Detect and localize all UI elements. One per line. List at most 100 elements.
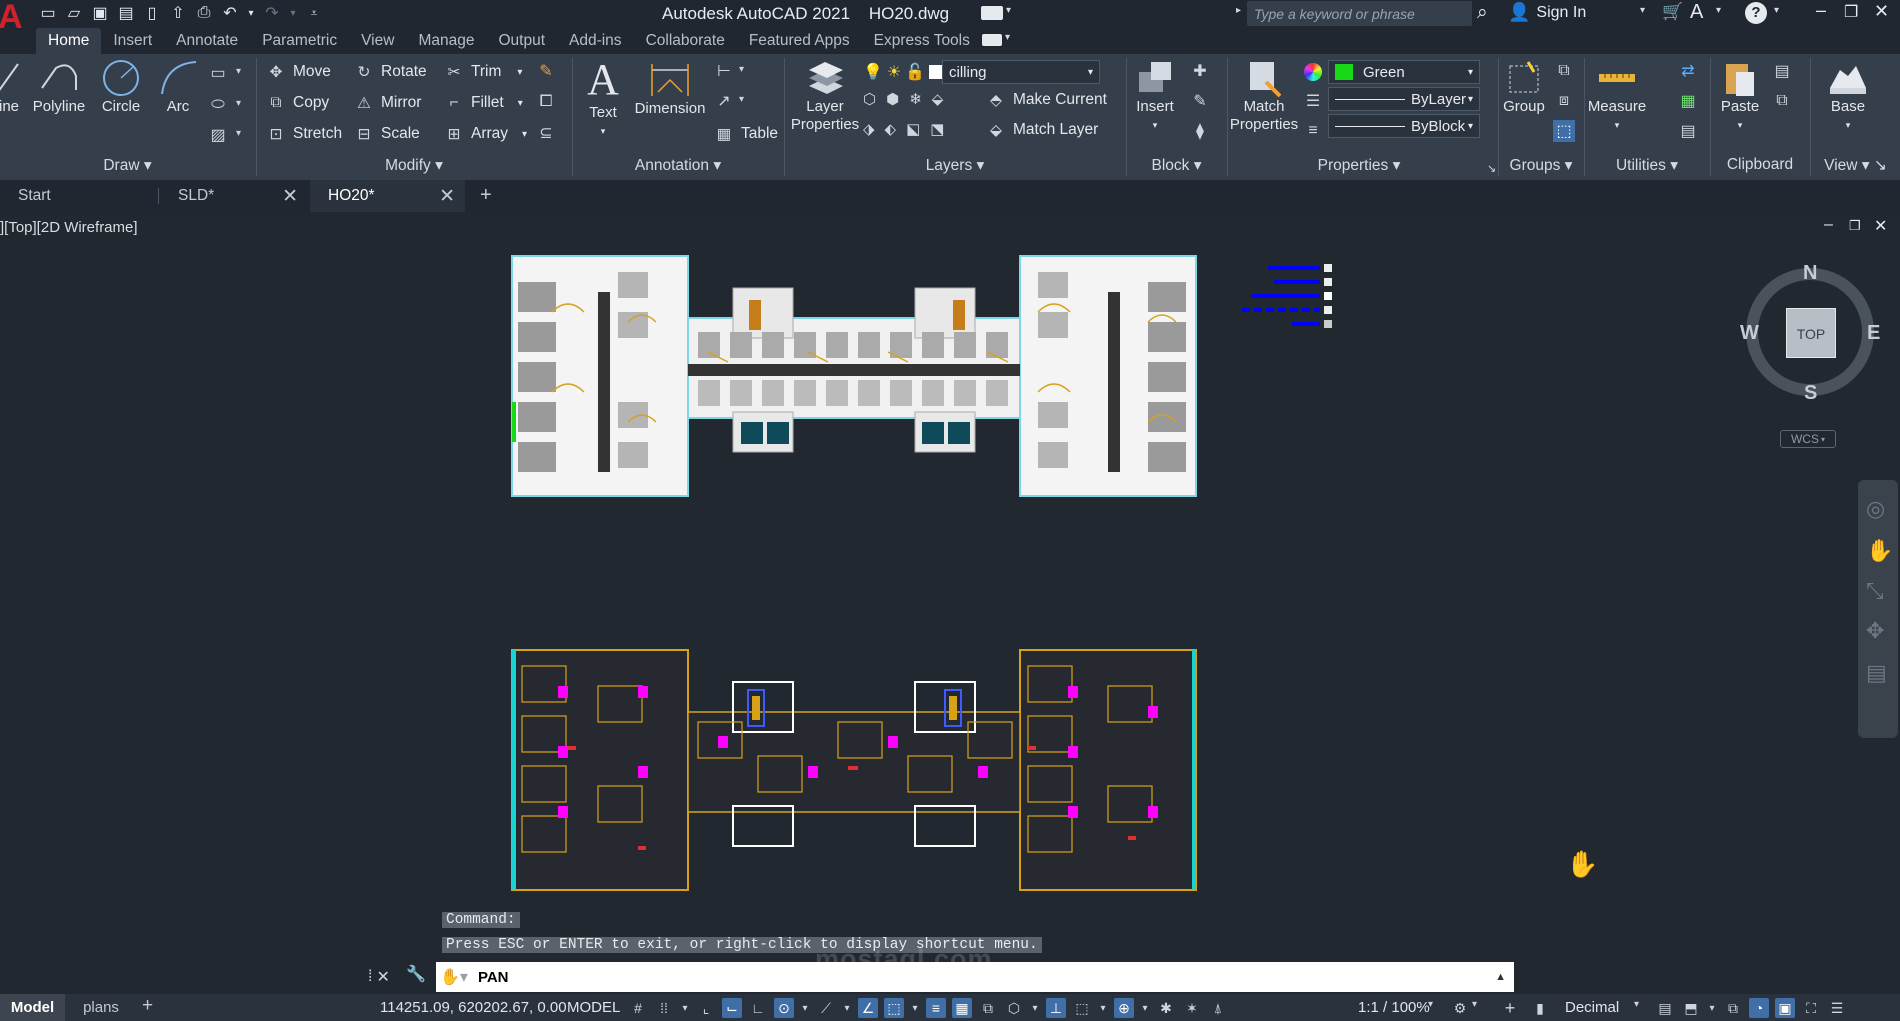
linetype-icon[interactable]: ☰ bbox=[1302, 90, 1324, 112]
ortho-icon[interactable]: ∟ bbox=[748, 998, 768, 1018]
view-panel-title[interactable]: View ▾ ↘ bbox=[1811, 156, 1900, 175]
ribbon-minimize-icon[interactable] bbox=[982, 34, 1002, 46]
clipboard-panel-title[interactable]: Clipboard bbox=[1711, 156, 1809, 174]
close-window-icon[interactable]: ✕ bbox=[1874, 1, 1889, 22]
auto-scale-icon[interactable]: ✶ bbox=[1182, 998, 1202, 1018]
redo-icon[interactable]: ↷ bbox=[262, 4, 282, 22]
viewport-minimize-icon[interactable]: – bbox=[1824, 216, 1833, 234]
snap-dropdown-icon[interactable]: ▾ bbox=[680, 998, 690, 1018]
cut-icon[interactable]: ▤ bbox=[1771, 60, 1793, 82]
layer-unlock-icon[interactable]: 🔓 bbox=[905, 62, 925, 82]
annotation-scale[interactable]: 1:1 / 100% bbox=[1358, 999, 1430, 1016]
array-dropdown-icon[interactable]: ▾ bbox=[522, 129, 527, 140]
modify-panel-title[interactable]: Modify ▾ bbox=[257, 156, 571, 175]
save-icon[interactable]: ▣ bbox=[90, 4, 110, 22]
workspace-dropdown-icon[interactable]: ▾ bbox=[1472, 999, 1477, 1010]
3d-osnap-dropdown-icon[interactable]: ▾ bbox=[1030, 998, 1040, 1018]
object-snap-dropdown-icon[interactable]: ▾ bbox=[910, 998, 920, 1018]
properties-panel-title[interactable]: Properties ▾ bbox=[1228, 156, 1490, 175]
leader-icon[interactable]: ↗ bbox=[713, 90, 735, 112]
gizmo-icon[interactable]: ⊕ bbox=[1114, 998, 1134, 1018]
customize-command-icon[interactable]: 🔧 bbox=[406, 964, 426, 984]
customization-icon[interactable]: ☰ bbox=[1827, 998, 1847, 1018]
new-tab-icon[interactable]: + bbox=[480, 184, 492, 207]
graphics-performance-icon[interactable]: ▣ bbox=[1775, 998, 1795, 1018]
tab-home[interactable]: Home bbox=[36, 28, 102, 54]
erase-icon[interactable]: ✎ bbox=[535, 60, 557, 82]
selection-cycling-icon[interactable]: ⧉ bbox=[978, 998, 998, 1018]
scale-button[interactable]: ⊟ Scale bbox=[353, 122, 420, 146]
mirror-button[interactable]: ⚠ Mirror bbox=[353, 91, 421, 115]
viewcube[interactable]: TOP N S E W bbox=[1740, 262, 1880, 404]
customize-qat-icon[interactable]: ⩡ bbox=[304, 4, 324, 22]
text-dropdown-icon[interactable]: ▾ bbox=[601, 122, 606, 140]
edit-block-icon[interactable]: ✎ bbox=[1189, 90, 1211, 112]
base-button[interactable]: Base ▾ bbox=[1823, 58, 1873, 134]
tab-annotate[interactable]: Annotate bbox=[164, 28, 250, 54]
polar-dropdown-icon[interactable]: ▾ bbox=[800, 998, 810, 1018]
ellipse-icon[interactable]: ⬭ bbox=[207, 94, 229, 116]
grid-icon[interactable]: # bbox=[628, 998, 648, 1018]
selection-filter-icon[interactable]: ⬚ bbox=[1072, 998, 1092, 1018]
units-dropdown-icon[interactable]: ▾ bbox=[1634, 999, 1639, 1010]
paste-dropdown-icon[interactable]: ▾ bbox=[1738, 116, 1743, 134]
annotation-visibility-icon[interactable]: ✱ bbox=[1156, 998, 1176, 1018]
search-icon[interactable]: ⌕ bbox=[1477, 2, 1488, 24]
linear-dimension-dropdown-icon[interactable]: ▾ bbox=[739, 64, 744, 75]
gizmo-dropdown-icon[interactable]: ▾ bbox=[1140, 998, 1150, 1018]
compass-west[interactable]: W bbox=[1740, 322, 1759, 345]
polar-tracking-icon[interactable]: ⊙ bbox=[774, 998, 794, 1018]
layer-thaw-icon[interactable]: ☀ bbox=[887, 62, 901, 82]
tab-collaborate[interactable]: Collaborate bbox=[634, 28, 737, 54]
file-tab-start[interactable]: Start bbox=[0, 180, 158, 212]
table-button[interactable]: ▦ Table bbox=[713, 122, 778, 146]
lock-ui-dropdown-icon[interactable]: ▾ bbox=[1707, 998, 1717, 1018]
object-snap-icon[interactable]: ⬚ bbox=[884, 998, 904, 1018]
lineweight-toggle-icon[interactable]: ≡ bbox=[926, 998, 946, 1018]
model-space-toggle[interactable]: MODEL bbox=[567, 999, 620, 1016]
infer-constraints-icon[interactable]: ⌞ bbox=[696, 998, 716, 1018]
fillet-dropdown-icon[interactable]: ▾ bbox=[518, 98, 523, 109]
hatch-dropdown-icon[interactable]: ▾ bbox=[236, 128, 241, 139]
ribbon-minimize-dropdown-icon[interactable]: ▾ bbox=[1005, 32, 1010, 43]
search-expand-icon[interactable]: ▸ bbox=[1236, 5, 1241, 16]
rotate-button[interactable]: ↻ Rotate bbox=[353, 60, 427, 84]
command-line-close-icon[interactable]: ✕ bbox=[376, 967, 389, 987]
edit-attributes-icon[interactable]: ⧫ bbox=[1189, 120, 1211, 142]
layout-tab-plans[interactable]: plans bbox=[66, 994, 136, 1021]
command-history-toggle-icon[interactable]: ▲ bbox=[1495, 971, 1506, 983]
ellipse-dropdown-icon[interactable]: ▾ bbox=[236, 98, 241, 109]
orbit-icon[interactable]: ✥ bbox=[1866, 618, 1884, 644]
tab-parametric[interactable]: Parametric bbox=[250, 28, 349, 54]
layers-panel-title[interactable]: Layers ▾ bbox=[785, 156, 1125, 175]
tab-manage[interactable]: Manage bbox=[406, 28, 486, 54]
viewport-controls-label[interactable]: ][Top][2D Wireframe] bbox=[0, 219, 138, 236]
draw-panel-title[interactable]: Draw ▾ bbox=[0, 156, 255, 175]
layer-merge-icon[interactable]: ⬖ bbox=[885, 120, 897, 138]
tab-insert[interactable]: Insert bbox=[101, 28, 164, 54]
paste-button[interactable]: Paste ▾ bbox=[1715, 58, 1765, 134]
compass-east[interactable]: E bbox=[1867, 322, 1880, 345]
help-icon[interactable]: ? bbox=[1745, 2, 1767, 24]
cart-icon[interactable]: 🛒 bbox=[1662, 2, 1683, 22]
text-button[interactable]: A Text ▾ bbox=[583, 56, 623, 140]
layer-isolate-icon[interactable]: ⬢ bbox=[886, 90, 899, 108]
autodesk-a360-icon[interactable]: A bbox=[1690, 1, 1703, 24]
close-tab-icon[interactable]: ✕ bbox=[282, 185, 298, 208]
pan-icon[interactable]: ✋ bbox=[1866, 538, 1893, 564]
tab-add-ins[interactable]: Add-ins bbox=[557, 28, 634, 54]
groups-panel-title[interactable]: Groups ▾ bbox=[1499, 156, 1583, 175]
group-selection-icon[interactable]: ⬚ bbox=[1553, 120, 1575, 142]
explode-icon[interactable]: ⧠ bbox=[535, 91, 557, 113]
search-box[interactable]: Type a keyword or phrase bbox=[1247, 1, 1472, 26]
layer-walk-icon[interactable]: ⬗ bbox=[863, 120, 875, 138]
annotation-scale-icon[interactable]: ⍋ bbox=[1208, 998, 1228, 1018]
close-tab-icon[interactable]: ✕ bbox=[439, 185, 455, 208]
arc-button[interactable]: Arc bbox=[154, 58, 202, 116]
circle-button[interactable]: Circle bbox=[96, 58, 146, 116]
units-icon[interactable]: ▮ bbox=[1530, 998, 1550, 1018]
layer-lock-icon[interactable]: ⬙ bbox=[932, 90, 944, 108]
minimize-window-icon[interactable]: – bbox=[1816, 0, 1826, 21]
transparency-icon[interactable]: ▦ bbox=[952, 998, 972, 1018]
base-dropdown-icon[interactable]: ▾ bbox=[1846, 116, 1851, 134]
